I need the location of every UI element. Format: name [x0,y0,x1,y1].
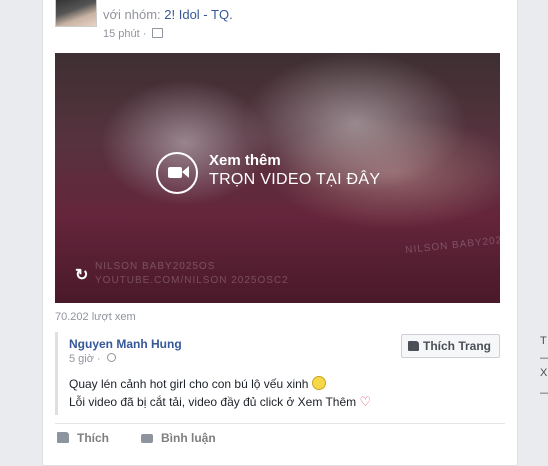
like-page-label: Thích Trang [423,339,492,353]
divider [55,423,505,424]
view-count: 70.202 lượt xem [55,311,136,323]
watermark: YOUTUBE.COM/NILSON 2025OSC2 [95,275,289,286]
thumbs-up-icon [57,432,69,443]
replay-icon[interactable]: ↻ [75,265,88,285]
sidebar-fragment: — [540,387,548,399]
like-button[interactable]: Thích [57,431,109,445]
shared-author[interactable]: Nguyen Manh Hung [69,337,182,351]
post-meta: 15 phút · [103,28,163,40]
group-link[interactable]: 2! Idol - TQ. [164,7,232,22]
watermark: NILSON BABY2025OS [95,261,216,272]
shared-line-2: Lỗi video đã bị cắt tải, video đầy đủ cl… [69,395,357,409]
cta-subtitle[interactable]: TRỌN VIDEO TẠI ĐÂY [209,171,380,189]
thumbs-up-icon [408,341,419,351]
audience-icon[interactable] [151,28,163,38]
shared-line-1: Quay lén cảnh hot girl cho con bú lộ vếu… [69,377,309,391]
globe-icon [106,353,116,362]
shared-timestamp[interactable]: 5 giờ · [69,353,101,365]
group-prefix: với nhóm: [103,7,161,22]
video-camera-icon[interactable] [156,152,198,194]
like-page-button[interactable]: Thích Trang [401,334,501,358]
shared-meta: 5 giờ · [69,353,116,365]
shared-post: Nguyen Manh Hung 5 giờ · Thích Trang Qua… [55,332,503,415]
comment-icon [141,434,153,443]
post-timestamp[interactable]: 15 phút [103,28,140,40]
sidebar-fragment: T [540,335,547,347]
avatar[interactable] [55,0,97,27]
post-card: với nhóm: 2! Idol - TQ. 15 phút · NILSON… [42,0,518,466]
sidebar-fragment: — [540,352,548,364]
smile-emoji-icon [311,376,326,390]
shared-text: Quay lén cảnh hot girl cho con bú lộ vếu… [69,375,371,411]
video-player[interactable]: NILSON BABY2025OSOS NILSON BABY2025OS YO… [55,53,500,303]
post-context: với nhóm: 2! Idol - TQ. [103,7,233,22]
post-header: với nhóm: 2! Idol - TQ. 15 phút · [55,0,505,41]
comment-button[interactable]: Bình luận [141,431,216,445]
cta-title[interactable]: Xem thêm [209,152,281,169]
heart-emoji-icon: ♡ [359,394,372,409]
sidebar-fragment: X [540,367,548,379]
